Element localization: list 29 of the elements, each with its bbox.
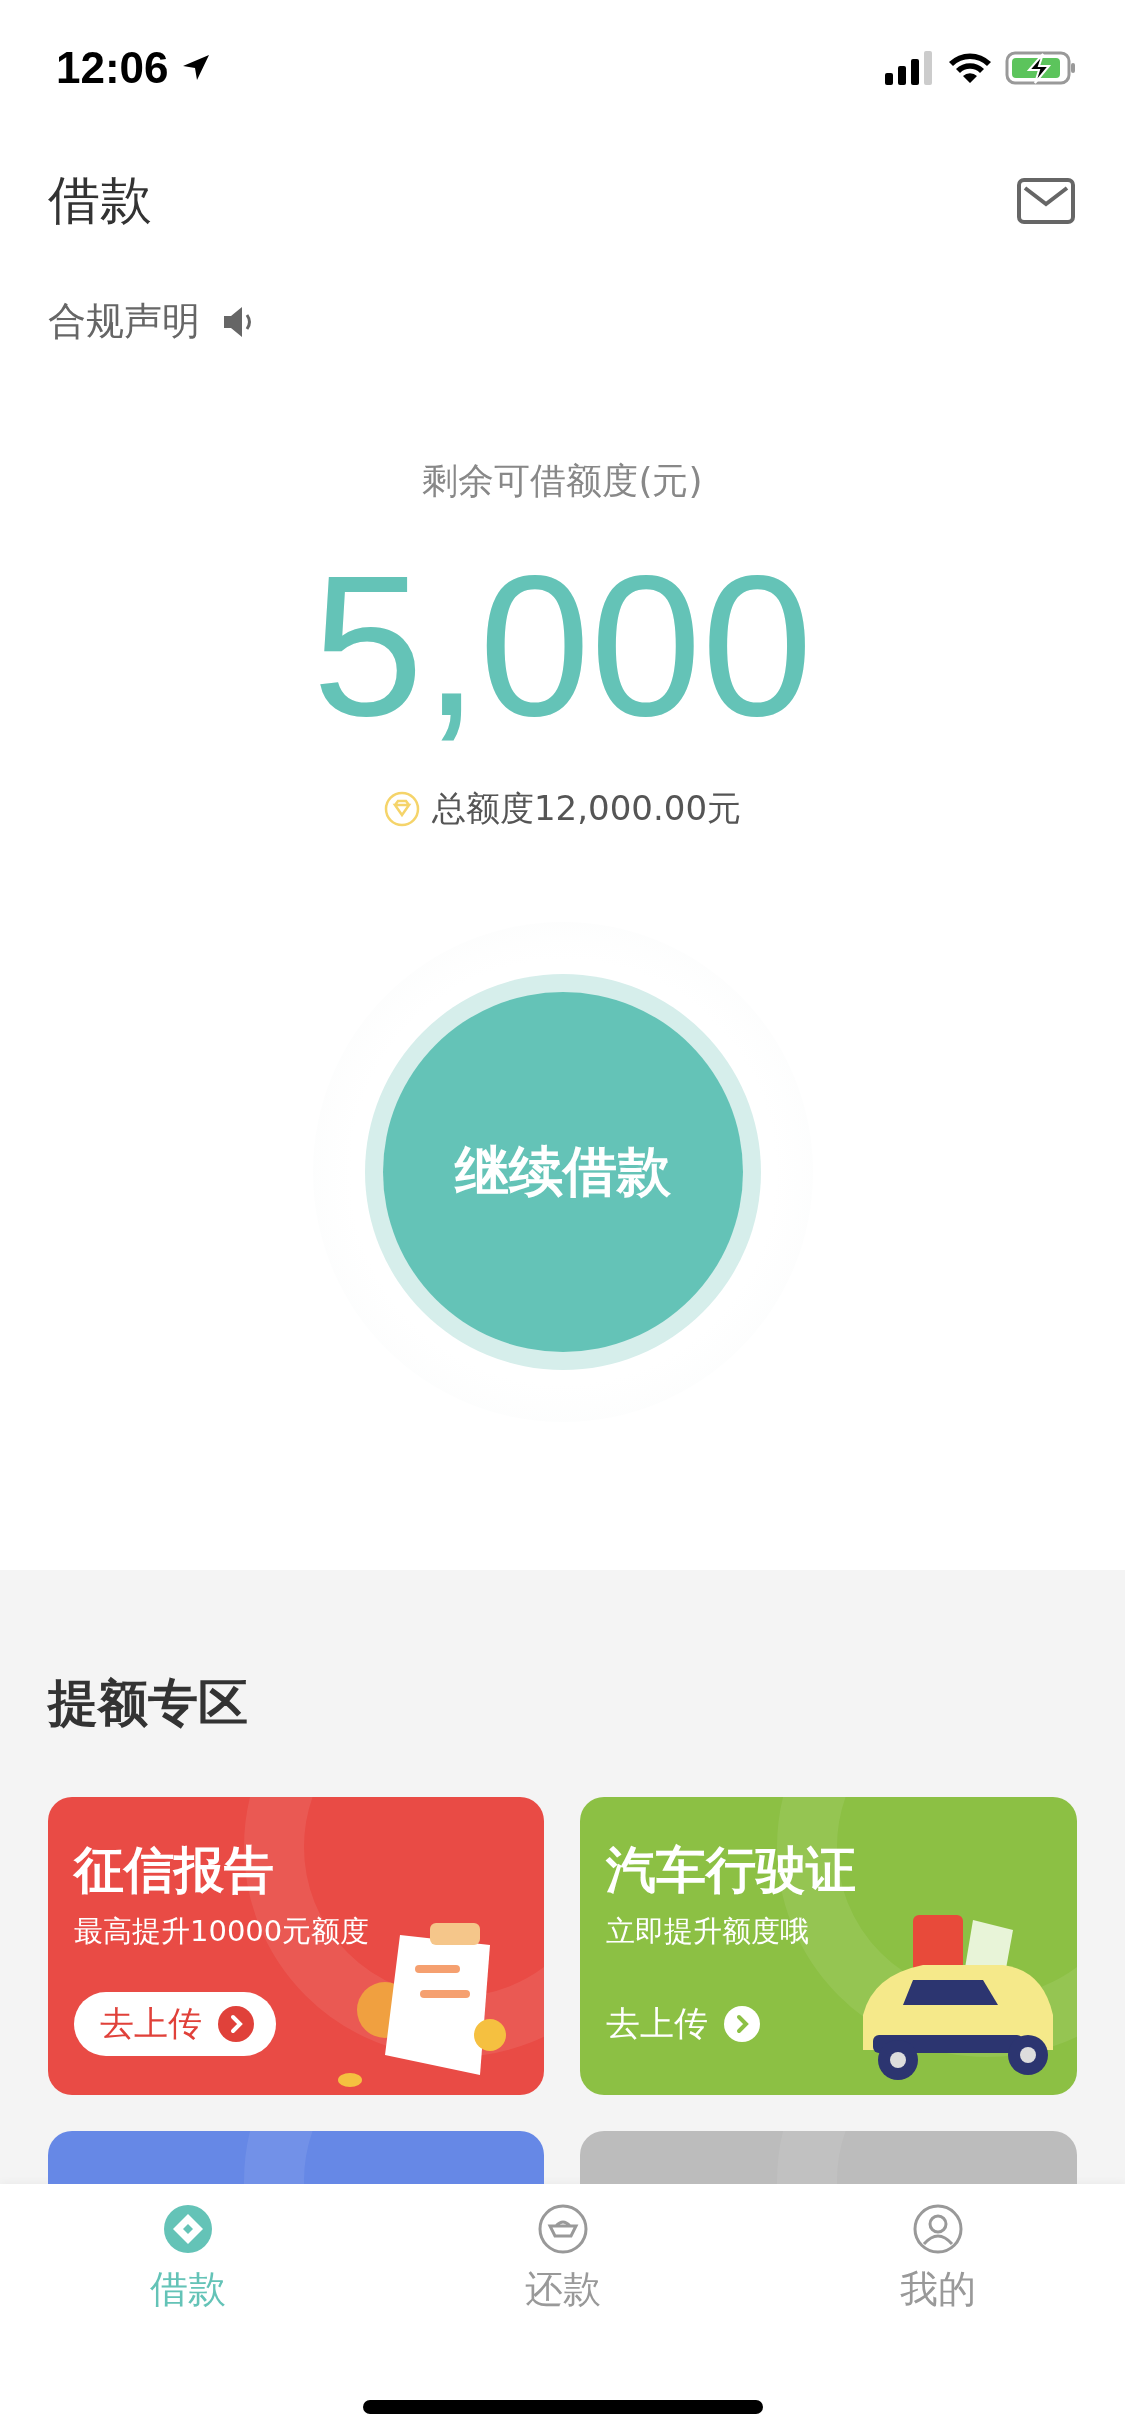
wifi-icon — [947, 51, 993, 85]
chevron-icon — [724, 2006, 760, 2042]
compliance-notice-link[interactable]: 合规声明 — [48, 296, 200, 347]
diamond-badge-icon — [383, 791, 420, 827]
continue-borrow-button[interactable]: 继续借款 — [382, 992, 743, 1352]
card-title: 征信报告 — [74, 1840, 275, 1901]
promo-card[interactable]: 征信报告 最高提升10000元额度 去上传 — [48, 1797, 544, 2095]
diamond-coin-icon — [162, 2204, 213, 2254]
tab-item[interactable]: 还款 — [375, 2204, 750, 2315]
ingot-icon — [537, 2204, 588, 2254]
upload-button[interactable]: 去上传 — [74, 1992, 276, 2056]
available-credit-label: 剩余可借额度(元) — [422, 459, 703, 503]
tab-item[interactable]: 借款 — [0, 2204, 375, 2315]
chevron-icon — [218, 2006, 254, 2042]
status-time: 12:06 — [56, 43, 169, 93]
tab-item[interactable]: 我的 — [750, 2204, 1125, 2315]
section-title: 提额专区 — [46, 1673, 249, 1734]
signal-icon — [885, 51, 935, 85]
available-credit-amount: 5,000 — [312, 546, 813, 746]
page-title: 借款 — [48, 169, 152, 232]
mail-icon[interactable] — [1017, 178, 1075, 224]
card-title: 汽车行驶证 — [606, 1840, 857, 1901]
total-credit-text: 总额度12,000.00元 — [431, 787, 741, 830]
user-icon — [912, 2204, 963, 2254]
card-subtitle: 立即提升额度哦 — [606, 1913, 810, 1950]
upload-button[interactable]: 去上传 — [606, 1992, 782, 2056]
battery-charging-icon — [1005, 51, 1077, 85]
promo-card[interactable]: 汽车行驶证 立即提升额度哦 去上传 — [580, 1797, 1077, 2095]
card-subtitle: 最高提升10000元额度 — [74, 1913, 371, 1950]
